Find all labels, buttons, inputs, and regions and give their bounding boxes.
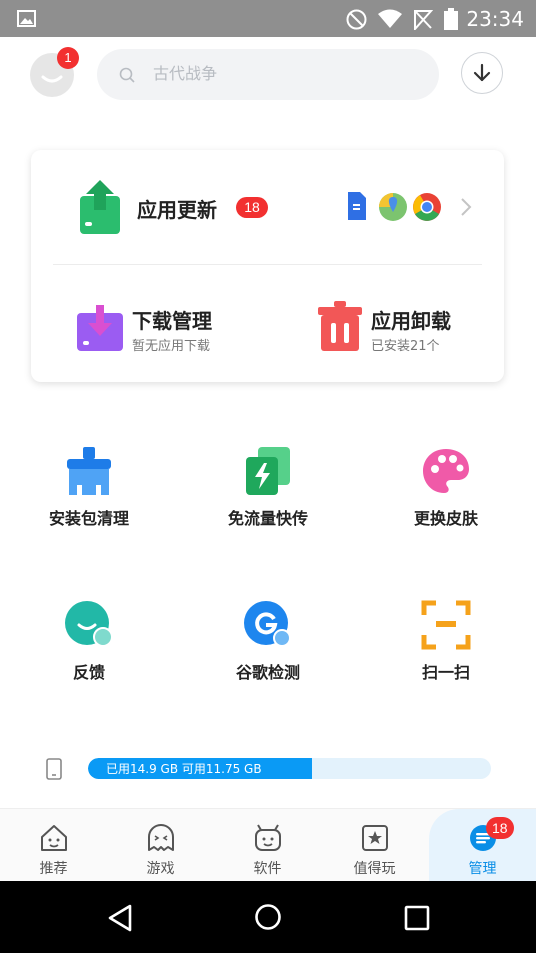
tool-scan[interactable]: 扫一扫 (381, 599, 511, 683)
tool-fast-transfer[interactable]: 免流量快传 (203, 445, 333, 529)
tool-label: 更换皮肤 (413, 509, 478, 528)
image-icon (17, 10, 36, 27)
tool-feedback[interactable]: 反馈 (24, 599, 154, 683)
tool-package-cleanup[interactable]: 安装包清理 (24, 445, 154, 529)
nav-label: 推荐 (39, 861, 68, 877)
feedback-chat-icon (65, 601, 113, 647)
palette-icon (423, 449, 469, 493)
do-not-disturb-icon (346, 9, 367, 30)
search-placeholder: 古代战争 (153, 64, 218, 83)
storage-text: 已用14.9 GB 可用11.75 GB (106, 762, 262, 776)
tool-label: 反馈 (72, 663, 105, 682)
app-update-title: 应用更新 (137, 198, 217, 222)
search-input[interactable]: 古代战争 (97, 49, 439, 100)
maps-app-icon (379, 193, 407, 221)
brush-cleanup-icon (67, 447, 111, 495)
bottom-nav: 推荐 游戏 软件 值得玩 18 管理 (0, 808, 536, 882)
nav-worth-playing[interactable]: 值得玩 (321, 809, 428, 882)
app-uninstall-desc: 已安装21个 (371, 339, 440, 354)
ghost-game-icon (148, 824, 174, 851)
download-manager-desc: 暂无应用下载 (132, 339, 211, 354)
app-update-row[interactable]: 应用更新 18 (31, 150, 504, 264)
tool-google-check[interactable]: 谷歌检测 (203, 599, 333, 683)
app-update-icon (80, 180, 120, 234)
back-icon[interactable] (106, 903, 134, 933)
tool-change-skin[interactable]: 更换皮肤 (381, 445, 511, 529)
download-arrow-icon (473, 63, 491, 82)
app-update-badge: 18 (236, 197, 268, 218)
app-uninstall-entry[interactable]: 应用卸载 已安装21个 (268, 265, 504, 382)
nav-label: 值得玩 (353, 861, 396, 877)
tool-label: 免流量快传 (227, 509, 308, 528)
nav-manage-badge: 18 (486, 817, 514, 839)
app-uninstall-title: 应用卸载 (371, 309, 451, 333)
tool-label: 安装包清理 (48, 509, 129, 528)
tool-label: 谷歌检测 (235, 663, 300, 682)
chrome-app-icon (413, 193, 441, 221)
home-face-icon (41, 825, 67, 851)
nav-manage[interactable]: 18 管理 (429, 809, 536, 882)
tool-label: 扫一扫 (421, 663, 470, 682)
phone-storage-icon (46, 758, 62, 780)
home-icon[interactable] (254, 903, 282, 931)
nav-software[interactable]: 软件 (214, 809, 321, 882)
download-manager-entry[interactable]: 下载管理 暂无应用下载 (31, 265, 267, 382)
chevron-right-icon (461, 198, 472, 216)
download-manager-title: 下载管理 (132, 309, 212, 333)
nav-games[interactable]: 游戏 (107, 809, 214, 882)
avatar-notification-badge: 1 (57, 47, 79, 69)
recents-icon[interactable] (404, 905, 430, 931)
scan-icon (421, 600, 471, 650)
nav-recommend[interactable]: 推荐 (0, 809, 107, 882)
nav-label: 管理 (468, 861, 497, 877)
nav-label: 游戏 (146, 861, 175, 877)
search-icon (119, 67, 135, 83)
no-sim-icon (414, 10, 433, 30)
battery-icon (444, 8, 458, 30)
nav-label: 软件 (253, 861, 282, 877)
download-button[interactable] (461, 52, 503, 94)
android-face-icon (255, 824, 281, 851)
manage-card: 应用更新 18 下载管理 暂无应用下载 应用卸载 已安装21个 (31, 150, 504, 382)
docs-app-icon (348, 192, 366, 220)
status-bar: 23:34 (0, 0, 536, 37)
star-bookmark-icon (362, 825, 388, 851)
system-nav-bar (0, 881, 536, 953)
clock: 23:34 (466, 7, 524, 31)
fast-transfer-icon (246, 447, 290, 495)
download-manager-icon (77, 305, 123, 351)
storage-bar[interactable]: 已用14.9 GB 可用11.75 GB (88, 758, 491, 779)
google-check-icon (244, 601, 291, 647)
trash-icon (318, 301, 362, 351)
wifi-icon (378, 9, 402, 28)
